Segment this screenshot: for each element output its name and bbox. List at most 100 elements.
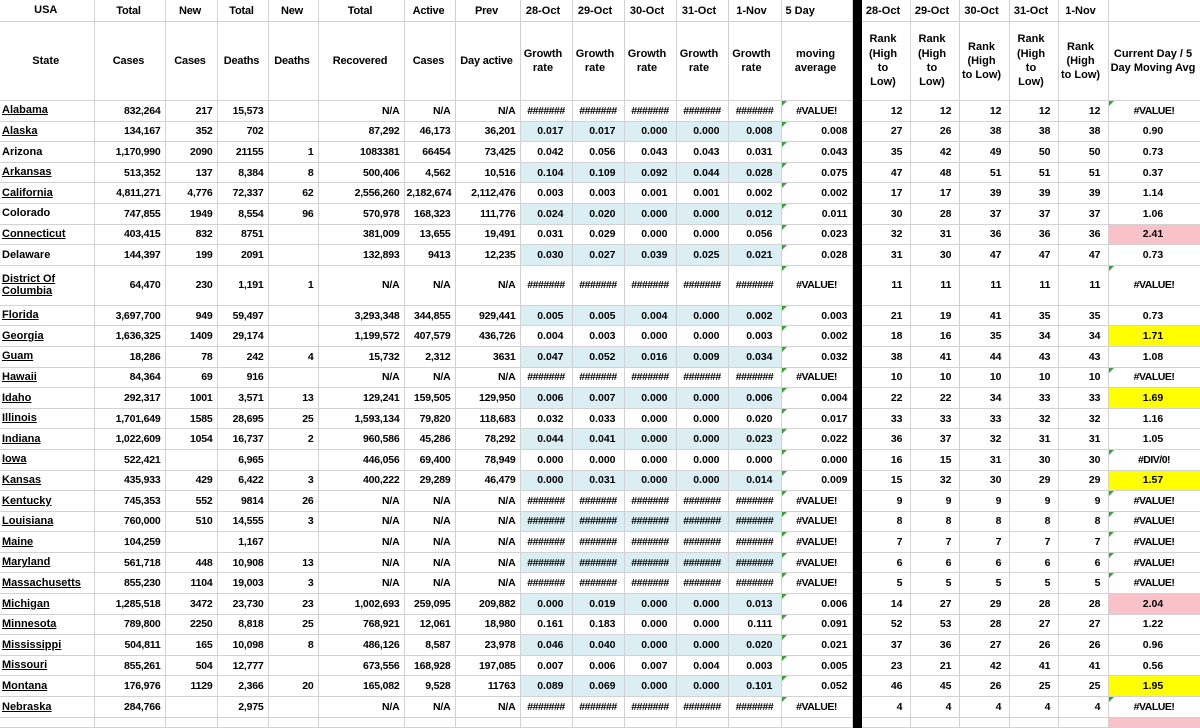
cell-new-cases[interactable]: 217 [165, 101, 217, 122]
cell-total-deaths[interactable]: 8,384 [217, 162, 268, 183]
cell-rank-28oct[interactable]: 23 [861, 655, 910, 676]
cell-prev-day-active[interactable]: 78,949 [455, 449, 520, 470]
cell-rank-30oct[interactable]: 41 [959, 305, 1009, 326]
cell-prev-day-active[interactable]: 23,978 [455, 635, 520, 656]
cell-new-cases[interactable]: 230 [165, 265, 217, 305]
header-cell-growth-30oct[interactable]: Growth rate [624, 22, 676, 101]
cell-rank-30oct[interactable]: 31 [959, 449, 1009, 470]
cell-active-cases[interactable]: 407,579 [404, 326, 455, 347]
cell-growth-28oct[interactable]: 0.017 [520, 121, 572, 142]
cell-rank-1nov[interactable]: 11 [1058, 265, 1108, 305]
cell-rank-28oct[interactable]: 52 [861, 614, 910, 635]
header-cell-rank-31oct[interactable]: 31-Oct [1009, 0, 1058, 22]
cell-new-cases[interactable]: 1054 [165, 429, 217, 450]
cell-new-deaths[interactable]: 3 [268, 511, 318, 532]
cell-rank-30oct[interactable]: 33 [959, 408, 1009, 429]
cell-growth-1nov[interactable]: 0.003 [728, 326, 781, 347]
partial-cell[interactable] [520, 717, 572, 727]
cell-total-deaths[interactable]: 702 [217, 121, 268, 142]
cell-rank-1nov[interactable]: 30 [1058, 449, 1108, 470]
cell-current-ratio[interactable]: 1.05 [1108, 429, 1200, 450]
cell-prev-day-active[interactable]: N/A [455, 573, 520, 594]
cell-new-deaths[interactable] [268, 101, 318, 122]
cell-total-deaths[interactable]: 1,191 [217, 265, 268, 305]
cell-rank-29oct[interactable]: 8 [910, 511, 959, 532]
cell-rank-28oct[interactable]: 21 [861, 305, 910, 326]
cell-total-deaths[interactable]: 8,554 [217, 203, 268, 224]
cell-growth-29oct[interactable]: 0.020 [572, 203, 624, 224]
state-link[interactable]: Alaska [0, 121, 94, 142]
cell-active-cases[interactable]: 29,289 [404, 470, 455, 491]
cell-rank-28oct[interactable]: 14 [861, 594, 910, 615]
cell-active-cases[interactable]: N/A [404, 552, 455, 573]
cell-rank-1nov[interactable]: 50 [1058, 142, 1108, 163]
state-link[interactable]: Delaware [0, 245, 94, 266]
cell-rank-1nov[interactable]: 36 [1058, 224, 1108, 245]
cell-rank-1nov[interactable]: 35 [1058, 305, 1108, 326]
cell-new-cases[interactable]: 448 [165, 552, 217, 573]
cell-rank-29oct[interactable]: 12 [910, 101, 959, 122]
partial-cell[interactable] [404, 717, 455, 727]
cell-rank-30oct[interactable]: 38 [959, 121, 1009, 142]
header-cell-current-ratio[interactable] [1108, 0, 1200, 22]
cell-total-cases[interactable]: 144,397 [94, 245, 165, 266]
cell-rank-1nov[interactable]: 34 [1058, 326, 1108, 347]
cell-growth-29oct[interactable]: ####### [572, 573, 624, 594]
cell-prev-day-active[interactable]: 197,085 [455, 655, 520, 676]
cell-prev-day-active[interactable]: 18,980 [455, 614, 520, 635]
cell-prev-day-active[interactable]: N/A [455, 491, 520, 512]
cell-rank-31oct[interactable]: 9 [1009, 491, 1058, 512]
cell-prev-day-active[interactable]: 3631 [455, 346, 520, 367]
cell-new-deaths[interactable]: 20 [268, 676, 318, 697]
state-link[interactable]: Arizona [0, 142, 94, 163]
cell-active-cases[interactable]: 2,312 [404, 346, 455, 367]
cell-new-deaths[interactable]: 13 [268, 388, 318, 409]
header-cell-state[interactable]: State [0, 22, 94, 101]
cell-total-cases[interactable]: 760,000 [94, 511, 165, 532]
cell-recovered[interactable]: 673,556 [318, 655, 404, 676]
header-cell-rank-29oct[interactable]: Rank (High to Low) [910, 22, 959, 101]
cell-growth-31oct[interactable]: ####### [676, 573, 728, 594]
cell-rank-1nov[interactable]: 9 [1058, 491, 1108, 512]
state-link[interactable]: Iowa [0, 449, 94, 470]
cell-new-cases[interactable]: 504 [165, 655, 217, 676]
header-cell-growth-1nov[interactable]: Growth rate [728, 22, 781, 101]
cell-rank-31oct[interactable]: 28 [1009, 594, 1058, 615]
cell-recovered[interactable]: N/A [318, 552, 404, 573]
cell-growth-30oct[interactable]: 0.000 [624, 429, 676, 450]
cell-growth-30oct[interactable]: ####### [624, 491, 676, 512]
cell-moving-avg[interactable]: 0.003 [781, 305, 852, 326]
state-link[interactable]: Maryland [0, 552, 94, 573]
cell-moving-avg[interactable]: 0.004 [781, 388, 852, 409]
cell-new-deaths[interactable] [268, 532, 318, 553]
cell-growth-1nov[interactable]: ####### [728, 532, 781, 553]
cell-growth-30oct[interactable]: 0.000 [624, 449, 676, 470]
cell-current-ratio[interactable]: #VALUE! [1108, 265, 1200, 305]
cell-growth-29oct[interactable]: 0.003 [572, 326, 624, 347]
cell-growth-30oct[interactable]: 0.016 [624, 346, 676, 367]
cell-new-cases[interactable]: 78 [165, 346, 217, 367]
cell-total-deaths[interactable]: 242 [217, 346, 268, 367]
cell-prev-day-active[interactable]: 46,479 [455, 470, 520, 491]
cell-recovered[interactable]: 87,292 [318, 121, 404, 142]
cell-rank-29oct[interactable]: 7 [910, 532, 959, 553]
cell-growth-31oct[interactable]: ####### [676, 101, 728, 122]
header-cell-new-cases[interactable]: New [165, 0, 217, 22]
cell-moving-avg[interactable]: 0.022 [781, 429, 852, 450]
cell-rank-29oct[interactable]: 6 [910, 552, 959, 573]
cell-growth-28oct[interactable]: 0.006 [520, 388, 572, 409]
state-link[interactable]: Florida [0, 305, 94, 326]
cell-rank-1nov[interactable]: 5 [1058, 573, 1108, 594]
cell-rank-31oct[interactable]: 47 [1009, 245, 1058, 266]
cell-current-ratio[interactable]: #VALUE! [1108, 367, 1200, 388]
cell-moving-avg[interactable]: 0.028 [781, 245, 852, 266]
cell-current-ratio[interactable]: 0.73 [1108, 245, 1200, 266]
cell-current-ratio[interactable]: 2.41 [1108, 224, 1200, 245]
cell-moving-avg[interactable]: 0.000 [781, 449, 852, 470]
cell-new-deaths[interactable]: 2 [268, 429, 318, 450]
cell-growth-1nov[interactable]: 0.014 [728, 470, 781, 491]
cell-rank-30oct[interactable]: 9 [959, 491, 1009, 512]
cell-rank-30oct[interactable]: 49 [959, 142, 1009, 163]
cell-rank-28oct[interactable]: 18 [861, 326, 910, 347]
cell-growth-1nov[interactable]: 0.000 [728, 449, 781, 470]
